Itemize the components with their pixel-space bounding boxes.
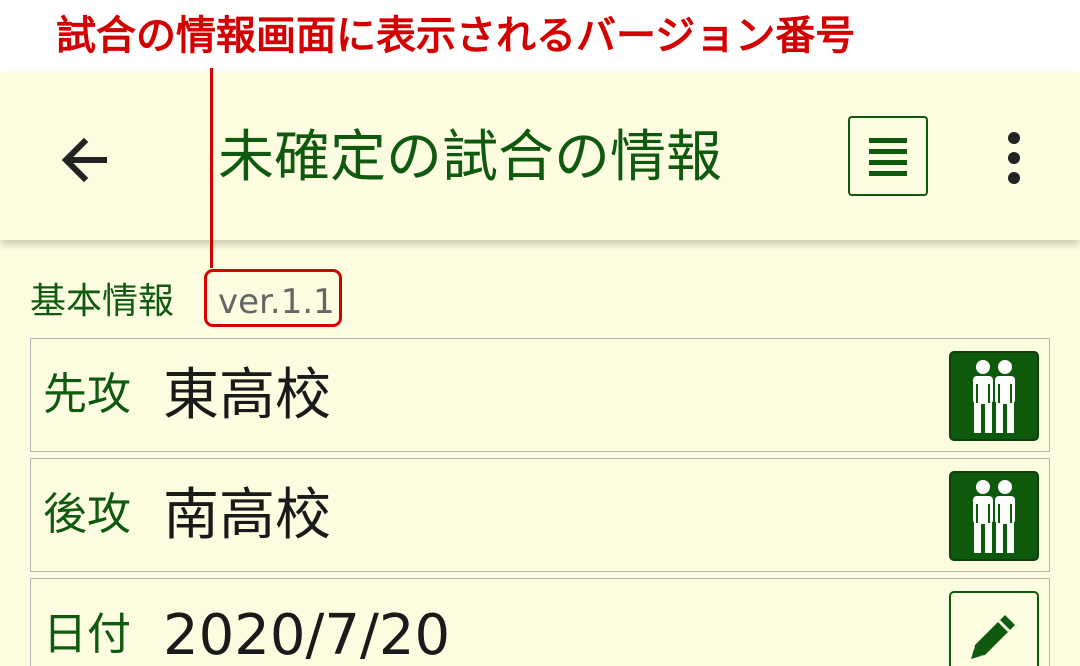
list-icon xyxy=(869,138,907,176)
row-label: 先攻 xyxy=(43,369,131,420)
edit-date-button[interactable] xyxy=(949,591,1039,666)
section-label: 基本情報 xyxy=(30,281,175,322)
row-label: 日付 xyxy=(43,609,131,660)
second-batting-row: 後攻 南高校 xyxy=(30,458,1050,572)
team-members-button[interactable] xyxy=(949,471,1039,561)
more-vertical-icon xyxy=(1008,132,1020,184)
app-screen: 未確定の試合の情報 基本情報 ver.1.1 先攻 東高校 後攻 南高校 日付 … xyxy=(0,72,1080,666)
pencil-icon xyxy=(971,615,1015,659)
row-value: 南高校 xyxy=(163,483,331,548)
team-members-icon xyxy=(973,480,1015,553)
team-members-icon xyxy=(973,360,1015,433)
page-title: 未確定の試合の情報 xyxy=(218,125,722,190)
version-highlight-box xyxy=(204,269,342,327)
annotation-leader-line xyxy=(210,68,213,268)
date-row: 日付 2020/7/20 xyxy=(30,578,1050,666)
arrow-left-icon xyxy=(61,137,107,183)
annotation-bar: 試合の情報画面に表示されるバージョン番号 xyxy=(0,0,1080,72)
annotation-caption: 試合の情報画面に表示されるバージョン番号 xyxy=(56,13,856,59)
row-value: 東高校 xyxy=(163,363,331,428)
more-options-button[interactable] xyxy=(990,128,1038,188)
first-batting-row: 先攻 東高校 xyxy=(30,338,1050,452)
row-value: 2020/7/20 xyxy=(163,603,451,666)
back-button[interactable] xyxy=(48,124,120,196)
list-button[interactable] xyxy=(848,116,928,196)
app-toolbar: 未確定の試合の情報 xyxy=(0,72,1080,240)
team-members-button[interactable] xyxy=(949,351,1039,441)
row-label: 後攻 xyxy=(43,489,131,540)
